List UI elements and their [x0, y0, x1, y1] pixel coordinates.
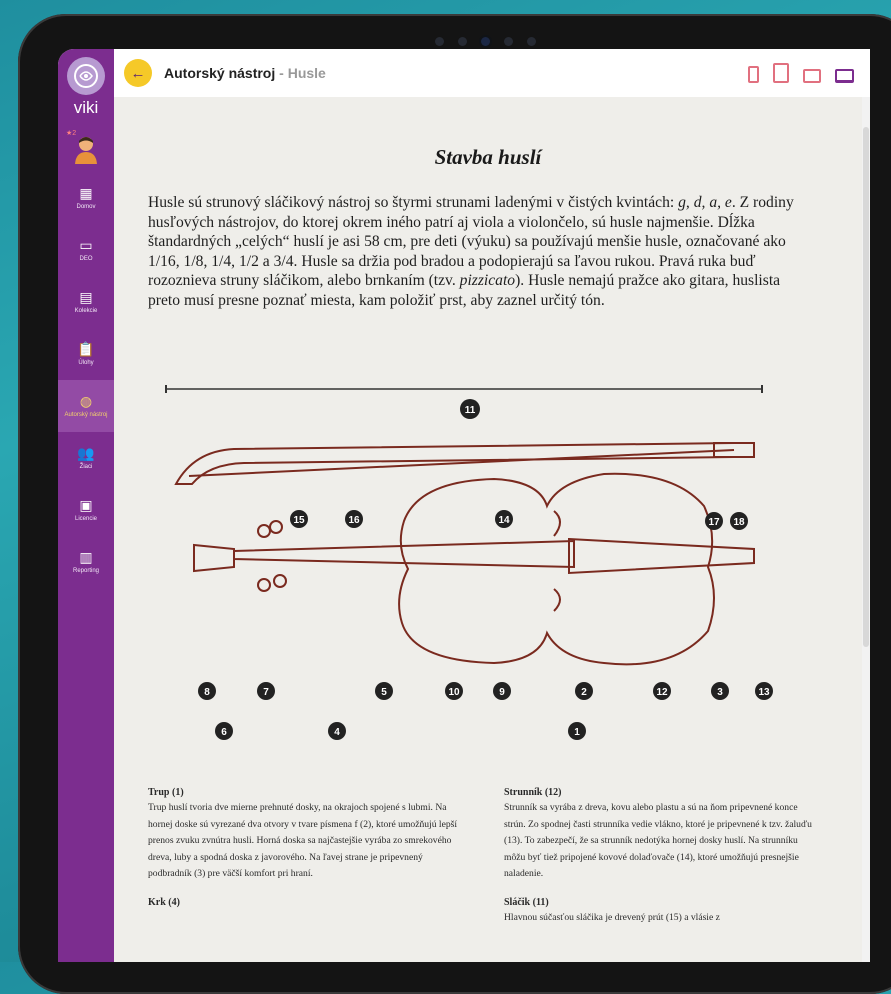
sidebar-item-label: DEO — [79, 256, 93, 262]
bar-chart-icon: ▥ — [79, 549, 93, 565]
top-bar: ← Autorský nástroj - Husle — [114, 49, 870, 98]
breadcrumb-current: Husle — [287, 65, 326, 81]
device-preview-switcher — [748, 63, 854, 83]
scrollbar-thumb[interactable] — [863, 127, 869, 647]
callout-2: 2 — [581, 687, 587, 698]
app-screen: viki ★2 ▦ Domov ▭ DEO ▤ Kolekcie 📋 Úlohy — [58, 49, 870, 962]
arrow-left-icon: ← — [130, 64, 146, 82]
sidebar-item-deo[interactable]: ▭ DEO — [58, 224, 114, 276]
avatar-badge: ★2 — [66, 130, 77, 137]
sidebar-item-label: Kolekcie — [74, 308, 98, 314]
vertical-scrollbar[interactable] — [862, 97, 870, 962]
people-icon: 👥 — [77, 445, 95, 461]
callout-15: 15 — [293, 515, 305, 526]
back-button[interactable]: ← — [124, 59, 152, 87]
desktop-preview-icon[interactable] — [835, 69, 854, 83]
section-heading-strunnik: Strunník (12) — [504, 787, 562, 798]
breadcrumb-separator: - — [275, 65, 288, 81]
sidebar-item-reporting[interactable]: ▥ Reporting — [58, 536, 114, 588]
tablet-portrait-preview-icon[interactable] — [773, 63, 789, 83]
tablet-landscape-preview-icon[interactable] — [803, 69, 821, 83]
callout-8: 8 — [204, 687, 210, 698]
phone-preview-icon[interactable] — [748, 66, 759, 83]
section-text-strunnik: Strunník sa vyrába z dreva, kovu alebo p… — [504, 802, 812, 879]
callout-4: 4 — [334, 727, 340, 738]
sidebar-item-kolekcie[interactable]: ▤ Kolekcie — [58, 276, 114, 328]
callout-6: 6 — [221, 727, 227, 738]
sidebar-item-label: Žiaci — [79, 464, 93, 470]
home-grid-icon: ▦ — [79, 185, 93, 201]
callout-14: 14 — [498, 515, 510, 526]
callout-3: 3 — [717, 687, 723, 698]
callout-12: 12 — [656, 687, 668, 698]
logo-icon[interactable] — [67, 57, 105, 95]
callout-13: 13 — [758, 687, 770, 698]
sidebar-item-licencie[interactable]: ▣ Licencie — [58, 484, 114, 536]
callout-5: 5 — [381, 687, 387, 698]
intro-paragraph: Husle sú strunový sláčikový nástroj so š… — [148, 194, 794, 309]
callout-9: 9 — [499, 687, 505, 698]
sidebar-item-label: Autorský nástroj — [64, 412, 108, 418]
sidebar-item-domov[interactable]: ▦ Domov — [58, 172, 114, 224]
license-icon: ▣ — [79, 497, 93, 513]
section-heading-trup: Trup (1) — [148, 787, 184, 798]
section-text-slacik: Hlavnou súčasťou sláčika je drevený prút… — [504, 911, 720, 923]
sidebar-item-ulohy[interactable]: 📋 Úlohy — [58, 328, 114, 380]
palette-icon: ◍ — [79, 393, 93, 409]
sidebar-item-label: Úlohy — [78, 360, 94, 366]
callout-7: 7 — [263, 687, 269, 698]
breadcrumb: Autorský nástroj - Husle — [164, 65, 326, 81]
breadcrumb-main[interactable]: Autorský nástroj — [164, 65, 275, 81]
section-text-trup: Trup huslí tvoria dve mierne prehnuté do… — [148, 802, 458, 879]
sidebar-nav: ▦ Domov ▭ DEO ▤ Kolekcie 📋 Úlohy ◍ Autor… — [58, 172, 114, 588]
sidebar-item-label: Domov — [76, 204, 96, 210]
content-area: Stavba huslí Husle sú strunový sláčikový… — [114, 97, 862, 962]
monitor-icon: ▭ — [79, 237, 93, 253]
callout-16: 16 — [348, 515, 360, 526]
grid-icon: ▤ — [79, 289, 93, 305]
sidebar-item-autorsky-nastroj[interactable]: ◍ Autorský nástroj — [58, 380, 114, 432]
callout-11: 11 — [465, 405, 476, 416]
callout-1: 1 — [574, 727, 580, 738]
callout-10: 10 — [448, 687, 460, 698]
brand-name: viki — [73, 98, 99, 117]
sidebar: viki ★2 ▦ Domov ▭ DEO ▤ Kolekcie 📋 Úlohy — [58, 49, 114, 962]
violin-diagram: 11 15 16 14 17 18 8 7 5 10 9 2 12 3 13 6… — [165, 385, 773, 740]
section-heading-krk: Krk (4) — [148, 896, 180, 908]
sidebar-item-ziaci[interactable]: 👥 Žiaci — [58, 432, 114, 484]
column-right: Strunník (12) Strunník sa vyrába z dreva… — [504, 785, 814, 938]
callout-17: 17 — [708, 517, 720, 528]
page-title: Stavba huslí — [434, 145, 542, 169]
column-left: Trup (1) Trup huslí tvoria dve mierne pr… — [148, 785, 458, 910]
sidebar-item-label: Licencie — [74, 516, 97, 522]
callout-18: 18 — [733, 517, 745, 528]
section-heading-slacik: Sláčik (11) — [504, 896, 549, 908]
sidebar-item-label: Reporting — [72, 568, 99, 574]
avatar[interactable]: ★2 — [66, 130, 102, 164]
clipboard-icon: 📋 — [77, 341, 95, 357]
